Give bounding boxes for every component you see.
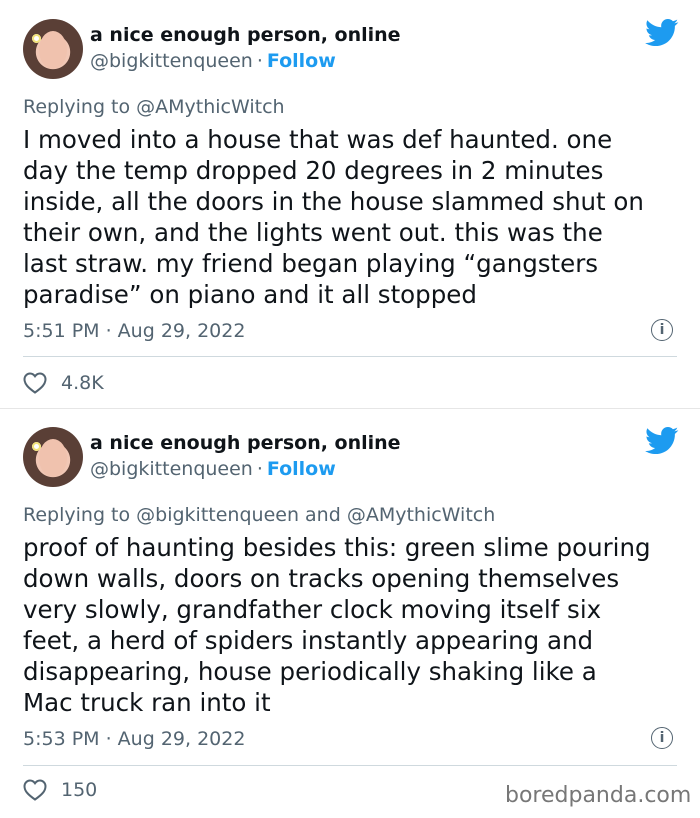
separator-dot: ·: [256, 50, 263, 72]
info-icon[interactable]: i: [651, 319, 673, 341]
tweet-text-line: proof of haunting besides this: green sl…: [23, 533, 651, 562]
avatar[interactable]: [23, 427, 83, 487]
tweet-text-line: day the temp dropped 20 degrees in 2 min…: [23, 156, 604, 185]
avatar[interactable]: [23, 19, 83, 79]
tweet-timestamp[interactable]: 5:53 PM · Aug 29, 2022: [23, 728, 245, 750]
author-handle-line: @bigkittenqueen · Follow: [90, 458, 336, 480]
watermark: boredpanda.com: [505, 783, 692, 808]
follow-button[interactable]: Follow: [267, 458, 336, 480]
twitter-bird-icon[interactable]: [645, 427, 679, 455]
follow-button[interactable]: Follow: [267, 50, 336, 72]
tweet-text: I moved into a house that was def haunte…: [23, 124, 683, 310]
author-name[interactable]: a nice enough person, online: [90, 24, 401, 46]
author-handle-line: @bigkittenqueen · Follow: [90, 50, 336, 72]
tweet-text-line: I moved into a house that was def haunte…: [23, 125, 613, 154]
tweet-text-line: very slowly, grandfather clock moving it…: [23, 595, 602, 624]
like-count: 150: [61, 779, 98, 801]
twitter-bird-icon[interactable]: [645, 19, 679, 47]
replying-to[interactable]: Replying to @AMythicWitch: [23, 96, 285, 118]
divider: [23, 356, 677, 357]
tweet-card: a nice enough person, online @bigkittenq…: [0, 409, 700, 818]
tweet-text-line: feet, a herd of spiders instantly appear…: [23, 626, 594, 655]
tweet-text-line: down walls, doors on tracks opening them…: [23, 564, 620, 593]
tweet-text-line: inside, all the doors in the house slamm…: [23, 187, 644, 216]
author-handle[interactable]: @bigkittenqueen: [90, 50, 253, 72]
tweet-text-line: last straw. my friend began playing “gan…: [23, 249, 599, 278]
tweet-timestamp[interactable]: 5:51 PM · Aug 29, 2022: [23, 320, 245, 342]
separator-dot: ·: [256, 458, 263, 480]
author-name[interactable]: a nice enough person, online: [90, 432, 401, 454]
info-icon[interactable]: i: [651, 727, 673, 749]
tweet-text-line: disappearing, house periodically shaking…: [23, 657, 597, 686]
like-button[interactable]: 150: [23, 779, 97, 801]
tweet-text-line: their own, and the lights went out. this…: [23, 218, 603, 247]
tweet-text-line: Mac truck ran into it: [23, 688, 271, 717]
replying-to[interactable]: Replying to @bigkittenqueen and @AMythic…: [23, 504, 495, 526]
like-button[interactable]: 4.8K: [23, 372, 104, 394]
divider: [23, 765, 677, 766]
tweet-text: proof of haunting besides this: green sl…: [23, 532, 683, 718]
heart-icon: [23, 372, 47, 394]
heart-icon: [23, 779, 47, 801]
tweet-text-line: paradise” on piano and it all stopped: [23, 280, 477, 309]
tweet-card: a nice enough person, online @bigkittenq…: [0, 0, 700, 408]
like-count: 4.8K: [61, 372, 104, 394]
author-handle[interactable]: @bigkittenqueen: [90, 458, 253, 480]
